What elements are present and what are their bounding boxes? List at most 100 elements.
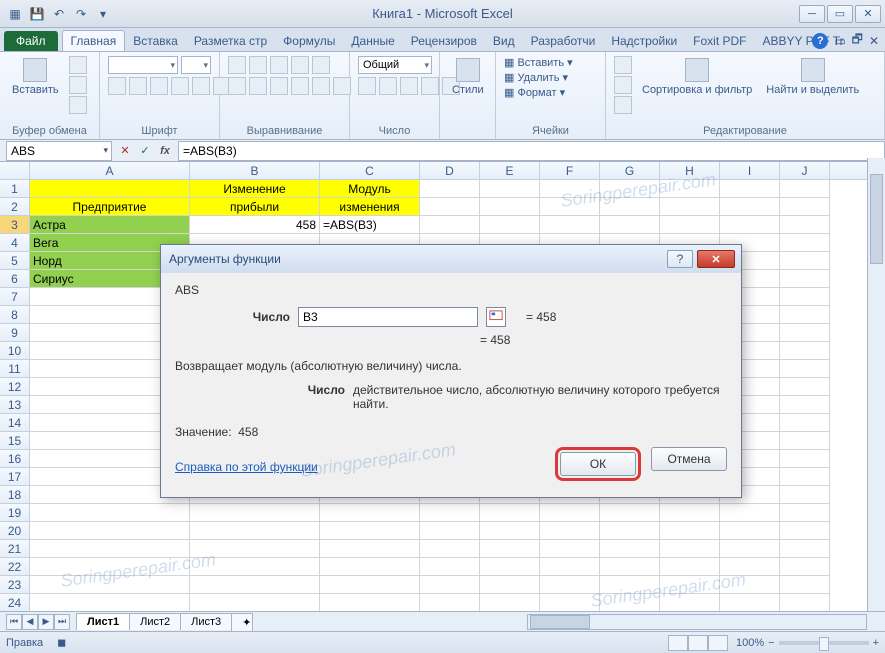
sheet-nav-last[interactable]: ⏭ <box>54 614 70 630</box>
new-sheet-button[interactable]: ✦ <box>231 613 253 631</box>
cell[interactable]: Изменение <box>190 180 320 198</box>
dialog-close-button[interactable]: ✕ <box>697 250 735 268</box>
tab-pagelayout[interactable]: Разметка стр <box>186 31 275 51</box>
cell[interactable] <box>780 216 830 234</box>
cell[interactable] <box>780 468 830 486</box>
cells-insert-button[interactable]: ▦ Вставить ▾ <box>504 56 573 69</box>
cell[interactable] <box>720 576 780 594</box>
cell[interactable] <box>780 306 830 324</box>
cell[interactable] <box>660 594 720 612</box>
cell[interactable] <box>480 558 540 576</box>
cell[interactable] <box>420 216 480 234</box>
cell[interactable] <box>720 198 780 216</box>
italic-button[interactable] <box>129 77 147 95</box>
cell[interactable] <box>720 594 780 612</box>
maximize-button[interactable]: ▭ <box>827 5 853 23</box>
cell[interactable] <box>660 576 720 594</box>
fill-button[interactable] <box>614 76 632 94</box>
cell[interactable]: Астра <box>30 216 190 234</box>
cell[interactable] <box>780 324 830 342</box>
col-header[interactable]: C <box>320 162 420 179</box>
cell[interactable] <box>780 522 830 540</box>
cell[interactable] <box>480 594 540 612</box>
cell[interactable]: 458 <box>190 216 320 234</box>
page-break-view-button[interactable] <box>708 635 728 651</box>
file-tab[interactable]: Файл <box>4 31 58 51</box>
row-header[interactable]: 12 <box>0 378 30 396</box>
col-header[interactable]: A <box>30 162 190 179</box>
sheet-tab-3[interactable]: Лист3 <box>180 613 232 630</box>
paste-button[interactable]: Вставить <box>8 56 63 98</box>
cell[interactable] <box>30 558 190 576</box>
function-help-link[interactable]: Справка по этой функции <box>175 460 318 474</box>
zoom-slider[interactable] <box>779 641 869 645</box>
row-header[interactable]: 16 <box>0 450 30 468</box>
cell[interactable] <box>320 540 420 558</box>
cell[interactable] <box>780 198 830 216</box>
cell[interactable] <box>540 198 600 216</box>
cell[interactable] <box>780 270 830 288</box>
row-header[interactable]: 13 <box>0 396 30 414</box>
find-select-button[interactable]: Найти и выделить <box>762 56 863 98</box>
tab-data[interactable]: Данные <box>343 31 402 51</box>
cell[interactable] <box>30 594 190 612</box>
cell[interactable] <box>780 576 830 594</box>
orientation-button[interactable] <box>291 56 309 74</box>
cell[interactable] <box>600 558 660 576</box>
cell[interactable]: =ABS(B3) <box>320 216 420 234</box>
zoom-level[interactable]: 100% <box>736 637 764 649</box>
row-header[interactable]: 23 <box>0 576 30 594</box>
cell[interactable] <box>780 342 830 360</box>
underline-button[interactable] <box>150 77 168 95</box>
qat-more-icon[interactable]: ▾ <box>94 5 112 23</box>
cell[interactable] <box>480 216 540 234</box>
font-size-combo[interactable] <box>181 56 211 74</box>
row-header[interactable]: 18 <box>0 486 30 504</box>
cell[interactable] <box>780 594 830 612</box>
cell[interactable] <box>420 198 480 216</box>
cell[interactable] <box>600 594 660 612</box>
range-picker-button[interactable] <box>486 307 506 327</box>
tab-addins[interactable]: Надстройки <box>603 31 685 51</box>
cells-format-button[interactable]: ▦ Формат ▾ <box>504 86 573 99</box>
row-header[interactable]: 11 <box>0 360 30 378</box>
row-header[interactable]: 21 <box>0 540 30 558</box>
cell[interactable] <box>540 216 600 234</box>
cell[interactable] <box>480 180 540 198</box>
col-header[interactable]: G <box>600 162 660 179</box>
col-header[interactable]: J <box>780 162 830 179</box>
close-button[interactable]: ✕ <box>855 5 881 23</box>
cut-icon[interactable] <box>69 56 87 74</box>
cell[interactable] <box>780 180 830 198</box>
cell[interactable] <box>720 558 780 576</box>
cell[interactable] <box>660 558 720 576</box>
cell[interactable] <box>190 540 320 558</box>
row-header[interactable]: 9 <box>0 324 30 342</box>
cell[interactable] <box>720 216 780 234</box>
cell[interactable] <box>600 180 660 198</box>
cell[interactable] <box>540 540 600 558</box>
cell[interactable]: Предприятие <box>30 198 190 216</box>
align-right-button[interactable] <box>270 77 288 95</box>
cell[interactable] <box>420 558 480 576</box>
cell[interactable]: прибыли <box>190 198 320 216</box>
row-header[interactable]: 22 <box>0 558 30 576</box>
cell[interactable] <box>660 198 720 216</box>
cell[interactable] <box>600 540 660 558</box>
tab-developer[interactable]: Разработчи <box>523 31 604 51</box>
align-center-button[interactable] <box>249 77 267 95</box>
vertical-scrollbar[interactable] <box>867 158 885 611</box>
tab-review[interactable]: Рецензиров <box>403 31 485 51</box>
row-header[interactable]: 5 <box>0 252 30 270</box>
minimize-ribbon-icon[interactable]: ▭ <box>834 34 845 48</box>
cell[interactable] <box>540 180 600 198</box>
ok-button[interactable]: ОК <box>560 452 636 476</box>
styles-button[interactable]: Стили <box>448 56 488 98</box>
cell[interactable] <box>720 504 780 522</box>
cell[interactable] <box>30 522 190 540</box>
close-workbook-icon[interactable]: ✕ <box>869 34 879 48</box>
sheet-nav-prev[interactable]: ◀ <box>22 614 38 630</box>
row-header[interactable]: 2 <box>0 198 30 216</box>
macro-record-icon[interactable]: ◼ <box>57 636 66 649</box>
normal-view-button[interactable] <box>668 635 688 651</box>
